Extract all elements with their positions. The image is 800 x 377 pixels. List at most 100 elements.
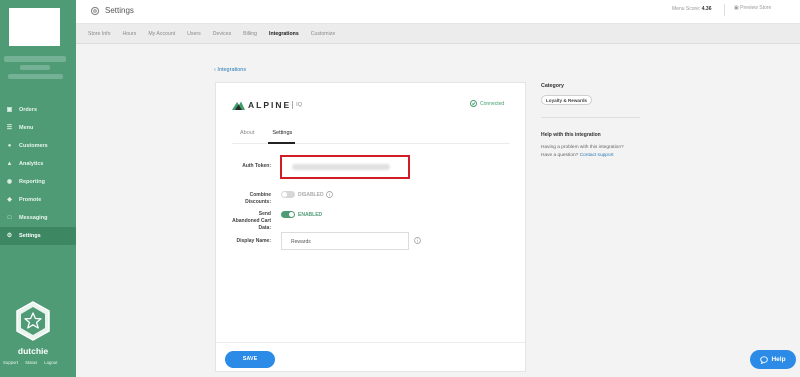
send-abandoned-label: Send Abandoned Cart Data: (232, 211, 271, 231)
tab-users[interactable]: Users (187, 31, 201, 37)
integration-tabs: About Settings (240, 130, 292, 136)
help-text: Having a problem with this integration? (541, 145, 624, 150)
store-name-blur (4, 56, 66, 62)
tab-my-account[interactable]: My Account (148, 31, 175, 37)
sidebar-item-settings[interactable]: ⚙ Settings (0, 227, 76, 245)
card-footer-divider (215, 342, 526, 343)
auth-token-input[interactable] (280, 155, 410, 179)
category-chip: Loyalty & Rewards (541, 95, 593, 105)
settings-gear-icon (90, 6, 100, 16)
sidebar-item-customers[interactable]: ● Customers (0, 137, 76, 155)
sidebar: ▣ Orders ☰ Menu ● Customers ▲ Analytics … (0, 0, 76, 377)
sidebar-item-promote[interactable]: ◆ Promote (0, 191, 76, 209)
combine-discounts-toggle[interactable] (281, 191, 295, 198)
save-button[interactable]: SAVE (225, 351, 275, 368)
tab-integrations[interactable]: Integrations (269, 31, 299, 37)
send-abandoned-toggle[interactable] (281, 211, 295, 218)
sidebar-item-label: Menu (19, 125, 34, 131)
list-icon: ☰ (6, 124, 13, 131)
tab-store-info[interactable]: Store Info (88, 31, 111, 37)
settings-subtabs: Store Info Hours My Account Users Device… (76, 24, 800, 44)
help-question: Have a question? Contact support (541, 153, 614, 158)
tab-devices[interactable]: Devices (213, 31, 231, 37)
sidebar-item-messaging[interactable]: □ Messaging (0, 209, 76, 227)
help-button[interactable]: Help (750, 350, 796, 369)
sidebar-footer-links: Support Status Logout (3, 360, 57, 365)
combine-discounts-label: Combine Discounts: (245, 192, 271, 205)
brand-name: dutchie (17, 346, 49, 356)
connection-status: Connected (470, 100, 504, 107)
send-abandoned-state: ENABLED (298, 212, 323, 218)
sidebar-item-label: Orders (19, 107, 38, 113)
toggle-knob (289, 212, 294, 217)
redacted-token (292, 164, 390, 170)
report-icon: ◉ (6, 178, 13, 185)
sidebar-nav: ▣ Orders ☰ Menu ● Customers ▲ Analytics … (0, 101, 76, 245)
sidebar-item-label: Messaging (19, 215, 48, 221)
sidebar-item-orders[interactable]: ▣ Orders (0, 101, 76, 119)
tab-about[interactable]: About (240, 130, 254, 136)
status-text: Connected (480, 100, 505, 107)
active-tab-indicator (268, 142, 295, 144)
sidebar-item-label: Customers (19, 143, 48, 149)
alpine-iq-logo: ALPINE IQ (232, 100, 302, 110)
svg-text:i: i (329, 192, 330, 198)
message-icon: □ (7, 214, 12, 221)
info-icon[interactable]: i (414, 237, 421, 244)
tab-billing[interactable]: Billing (243, 31, 257, 37)
preview-store-label: Preview Store (740, 5, 772, 11)
topbar: Settings Menu Score: 4.36 ▣ Preview Stor… (76, 0, 800, 24)
status-link[interactable]: Status (25, 360, 37, 365)
menu-score-label: Menu Score: (672, 6, 701, 12)
menu-score: Menu Score: 4.36 (672, 6, 711, 12)
menu-score-value: 4.36 (701, 6, 712, 12)
dutchie-logo-icon (15, 301, 51, 341)
help-heading: Help with this integration (541, 132, 601, 138)
users-icon: ● (7, 142, 12, 149)
sidebar-item-reporting[interactable]: ◉ Reporting (0, 173, 76, 191)
tab-settings[interactable]: Settings (272, 130, 292, 136)
tag-icon: ◆ (7, 196, 12, 203)
page-title: Settings (105, 6, 134, 15)
help-label: Help (771, 356, 786, 363)
receipt-icon: ▣ (6, 106, 13, 113)
sidebar-item-label: Reporting (19, 179, 45, 185)
sidebar-item-label: Analytics (19, 161, 44, 167)
gear-icon: ⚙ (6, 232, 13, 239)
display-name-input[interactable]: Rewards (281, 232, 409, 250)
category-heading: Category (541, 83, 564, 89)
logo-suffix: IQ (296, 102, 302, 108)
combine-discounts-state: DISABLED (298, 192, 324, 198)
divider (724, 4, 725, 16)
support-link[interactable]: Support (3, 360, 18, 365)
chat-bubble-icon (760, 355, 769, 364)
chart-icon: ▲ (6, 160, 13, 167)
back-link-label: Integrations (217, 67, 247, 73)
preview-icon: ▣ (734, 5, 739, 11)
info-icon[interactable]: i (326, 191, 333, 198)
tab-customize[interactable]: Customize (311, 31, 336, 37)
tab-hours[interactable]: Hours (123, 31, 137, 37)
logo-divider (292, 101, 294, 109)
store-detail-blur (8, 74, 63, 79)
sidebar-item-menu[interactable]: ☰ Menu (0, 119, 76, 137)
sidebar-item-label: Settings (19, 233, 41, 239)
preview-store-link[interactable]: ▣ Preview Store (734, 5, 771, 11)
mountain-icon (232, 101, 245, 110)
help-question-text: Have a question? (541, 153, 579, 158)
display-name-label: Display Name: (236, 238, 271, 244)
auth-token-label: Auth Token: (242, 163, 271, 169)
back-to-integrations-link[interactable]: ‹ Integrations (214, 67, 246, 73)
chevron-left-icon: ‹ (214, 67, 216, 73)
sidebar-item-analytics[interactable]: ▲ Analytics (0, 155, 76, 173)
info-divider (541, 117, 640, 118)
check-circle-icon (470, 100, 477, 107)
svg-text:i: i (417, 238, 418, 244)
store-logo[interactable] (9, 8, 60, 46)
logo-word: ALPINE (248, 100, 292, 110)
toggle-knob (282, 192, 287, 197)
contact-support-link[interactable]: Contact support (580, 153, 614, 158)
store-address-blur (20, 65, 50, 70)
sidebar-item-label: Promote (19, 197, 42, 203)
logout-link[interactable]: Logout (44, 360, 57, 365)
